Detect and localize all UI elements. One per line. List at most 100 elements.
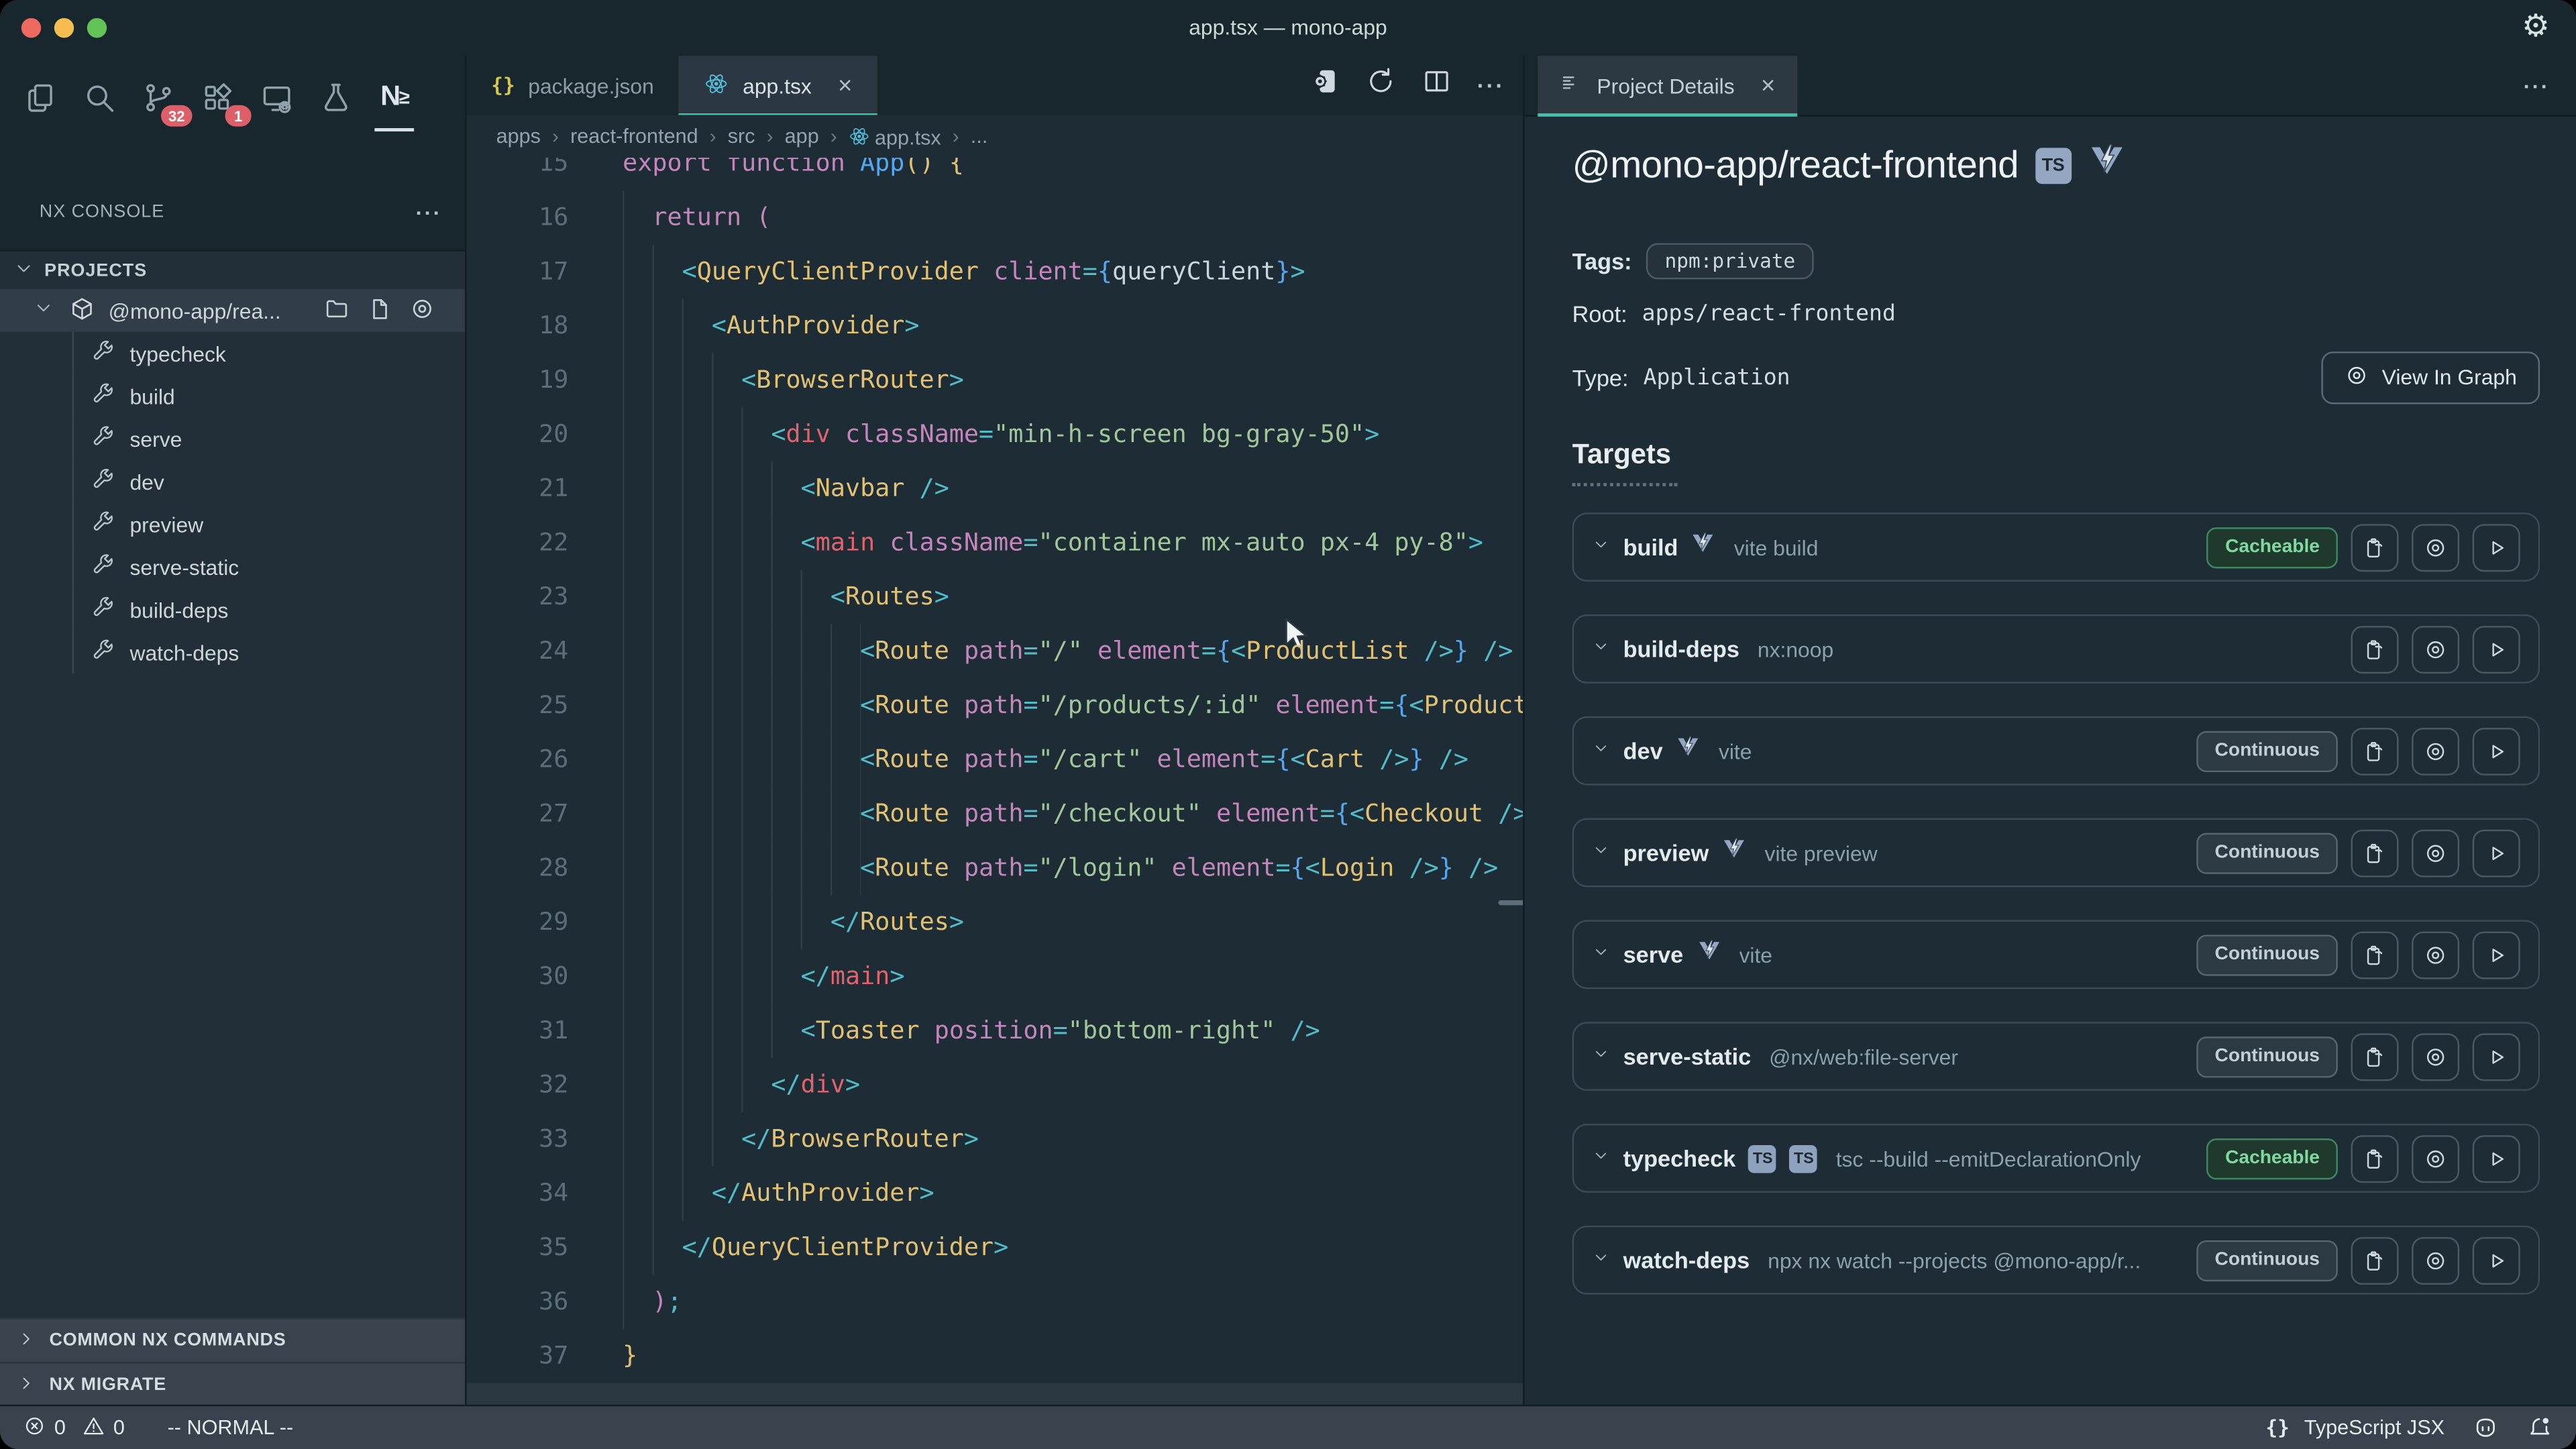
run-button[interactable] [2473,727,2520,775]
run-button[interactable] [2473,1134,2520,1182]
close-window-button[interactable] [21,18,41,38]
target-card-build-deps[interactable]: build-depsnx:noop [1572,614,2540,684]
tree-section-projects[interactable]: PROJECTS [0,252,465,289]
refresh-icon[interactable] [1365,66,1397,105]
package-cube-icon [54,295,95,327]
tree-item-build-deps[interactable]: build-deps [0,588,465,631]
copy-button[interactable] [2351,625,2398,673]
maximize-window-button[interactable] [87,18,107,38]
view-button[interactable] [2412,829,2459,877]
breadcrumb-item[interactable]: react-frontend [570,125,698,148]
target-card-typecheck[interactable]: typecheckTSTStsc --build --emitDeclarati… [1572,1124,2540,1193]
typescript-badge: TS [1749,1144,1777,1173]
minimize-window-button[interactable] [54,18,74,38]
copy-button[interactable] [2351,727,2398,775]
chevron-down-icon[interactable] [1592,838,1610,867]
run-button[interactable] [2473,829,2520,877]
activity-explorer-icon[interactable] [16,69,62,125]
breadcrumb-item[interactable]: app.tsx [849,124,941,149]
tab-label: app.tsx [743,73,812,98]
chevron-down-icon[interactable] [1592,1042,1610,1071]
breadcrumb-item[interactable]: app [785,125,819,148]
view-button[interactable] [2412,1032,2459,1080]
settings-gear-icon[interactable]: ⚙ [2522,8,2550,48]
badge-continuous: Continuous [2197,832,2338,873]
notifications-bell-icon[interactable] [2527,1415,2553,1441]
tab-app-tsx[interactable]: app.tsx × [679,56,877,115]
code-editor[interactable]: 15export function App() {16return (17<Qu… [467,158,1525,1406]
view-button[interactable] [2412,1236,2459,1284]
more-actions-icon[interactable]: ··· [416,200,442,225]
breadcrumb-separator: › [767,125,773,148]
run-button[interactable] [2473,1032,2520,1080]
target-card-dev[interactable]: devviteContinuous [1572,716,2540,786]
tree-item-label: watch-deps [129,640,239,665]
view-button[interactable] [2412,625,2459,673]
view-button[interactable] [2412,523,2459,571]
close-tab-icon[interactable]: × [1761,73,1775,98]
chevron-down-icon[interactable] [1592,1245,1610,1275]
chevron-down-icon[interactable] [1592,736,1610,765]
open-settings-editor-icon[interactable] [1309,66,1341,105]
chevron-down-icon[interactable] [1592,1143,1610,1173]
view-in-graph-button[interactable]: View In Graph [2321,351,2540,403]
more-actions-icon[interactable]: ··· [1477,72,1505,99]
run-button[interactable] [2473,523,2520,571]
target-card-serve[interactable]: serveviteContinuous [1572,920,2540,989]
activity-extensions-icon[interactable]: 1 [194,69,240,125]
folder-icon[interactable] [323,295,350,327]
copy-button[interactable] [2351,1032,2398,1080]
vscode-window: app.tsx — mono-app ⚙ 321N≥ NX CONSOLE ··… [0,0,2576,1449]
view-button[interactable] [2412,1134,2459,1182]
breadcrumb-item[interactable]: apps [496,125,541,148]
file-icon[interactable] [366,295,392,327]
tree-item-preview[interactable]: preview [0,502,465,545]
breadcrumb-separator: › [953,125,959,148]
copy-button[interactable] [2351,829,2398,877]
chevron-down-icon[interactable] [1592,532,1610,561]
view-button[interactable] [2412,930,2459,978]
copy-button[interactable] [2351,930,2398,978]
activity-nx-console-icon[interactable]: N≥ [371,69,417,125]
tree-item-build[interactable]: build [0,374,465,417]
activity-search-icon[interactable] [76,69,122,125]
close-tab-icon[interactable]: × [838,73,852,98]
tree-item-watch-deps[interactable]: watch-deps [0,631,465,674]
activity-testing-icon[interactable] [312,69,358,125]
tree-item-serve[interactable]: serve [0,417,465,460]
problems-indicator[interactable]: 0 0 [23,1413,125,1442]
target-card-preview[interactable]: previewvite previewContinuous [1572,818,2540,888]
target-card-build[interactable]: buildvite buildCacheable [1572,513,2540,582]
target-card-watch-deps[interactable]: watch-depsnpx nx watch --projects @mono-… [1572,1226,2540,1295]
run-button[interactable] [2473,930,2520,978]
view-button[interactable] [2412,727,2459,775]
split-editor-icon[interactable] [1421,66,1452,105]
wrench-icon [91,424,115,453]
run-button[interactable] [2473,625,2520,673]
chevron-down-icon[interactable] [1592,940,1610,969]
copilot-icon[interactable] [2473,1415,2499,1441]
breadcrumb-item[interactable]: ... [971,125,988,148]
tree-item-typecheck[interactable]: typecheck [0,332,465,375]
type-row: Type: Application View In Graph [1572,352,2540,402]
tab-project-details[interactable]: Project Details × [1538,56,1796,115]
target-icon[interactable] [409,295,435,327]
section-nx-migrate[interactable]: NX MIGRATE [0,1362,465,1406]
chevron-down-icon[interactable] [1592,634,1610,663]
target-card-serve-static[interactable]: serve-static@nx/web:file-serverContinuou… [1572,1022,2540,1091]
tree-item-project[interactable]: @mono-app/rea... [0,289,465,332]
activity-source-control-icon[interactable]: 32 [135,69,181,125]
breadcrumb-item[interactable]: src [728,125,755,148]
section-common-nx-commands[interactable]: COMMON NX COMMANDS [0,1318,465,1362]
tab-package-json[interactable]: {} package.json [467,56,679,115]
more-actions-icon[interactable]: ··· [2524,73,2550,98]
language-mode[interactable]: TypeScript JSX [2304,1416,2445,1439]
copy-button[interactable] [2351,1236,2398,1284]
copy-button[interactable] [2351,523,2398,571]
tree-item-dev[interactable]: dev [0,460,465,503]
copy-button[interactable] [2351,1134,2398,1182]
run-button[interactable] [2473,1236,2520,1284]
activity-remote-explorer-icon[interactable] [253,69,299,125]
tree-item-serve-static[interactable]: serve-static [0,545,465,588]
tab-label: package.json [528,73,654,98]
